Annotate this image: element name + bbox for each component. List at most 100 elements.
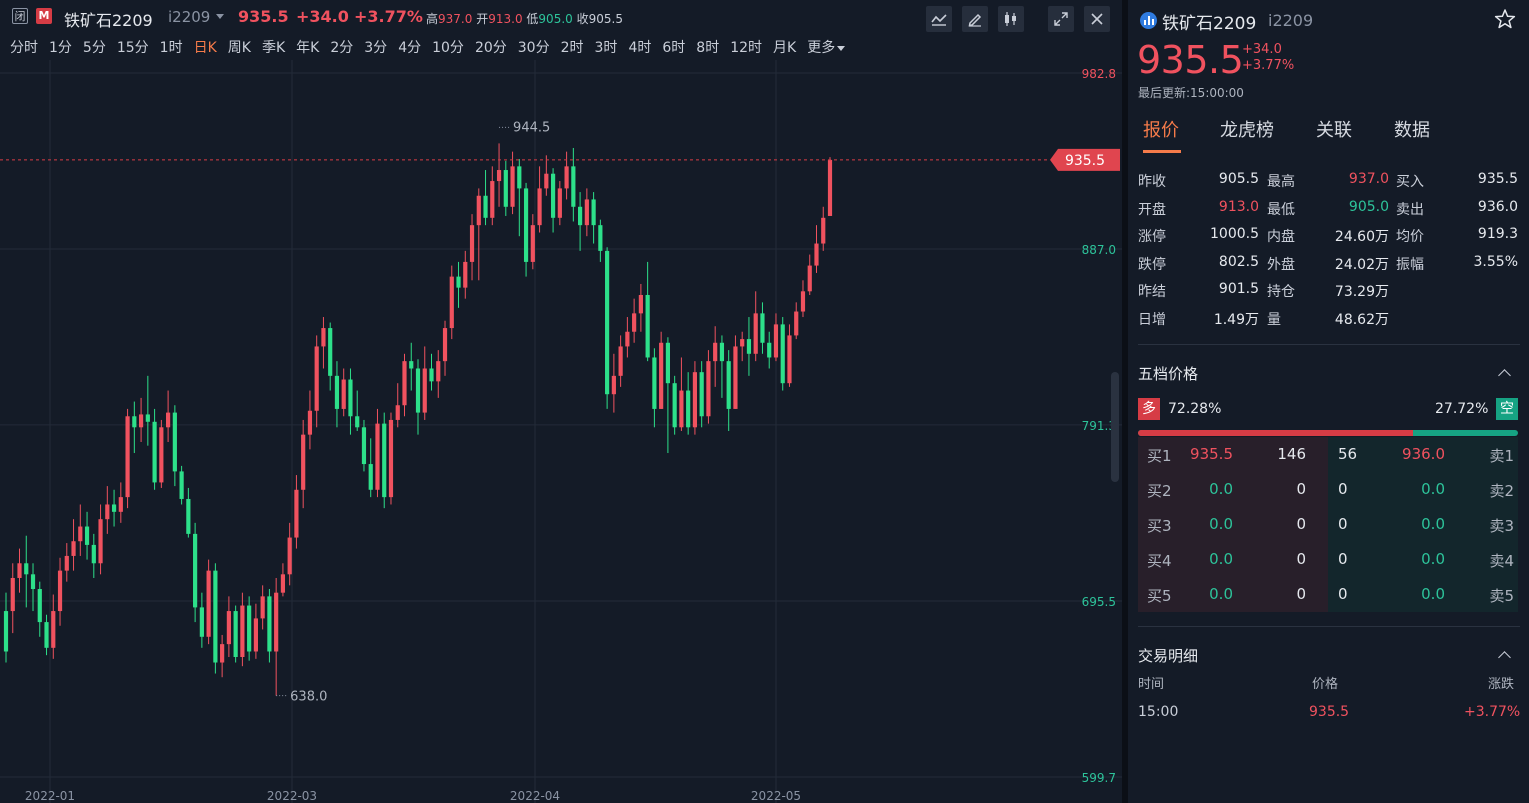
candle-body — [51, 611, 56, 648]
period-20[interactable]: 12时 — [730, 37, 762, 57]
indicator-button[interactable] — [926, 6, 952, 32]
collapse-icon[interactable] — [1498, 369, 1511, 382]
period-19[interactable]: 8时 — [696, 37, 719, 57]
orderbook-row[interactable]: 买3 0.0 0 0 0.0 卖3 — [1138, 507, 1518, 542]
ask-level-label: 卖1 — [1489, 447, 1514, 465]
period-5[interactable]: 日K — [194, 37, 217, 57]
period-15[interactable]: 2时 — [561, 37, 584, 57]
period-7[interactable]: 季K — [262, 37, 285, 57]
period-18[interactable]: 6时 — [662, 37, 685, 57]
divider — [1138, 344, 1520, 345]
period-0[interactable]: 分时 — [10, 37, 38, 57]
ask-level-label: 卖5 — [1489, 587, 1514, 605]
candle-body — [564, 166, 569, 189]
candle-body — [78, 526, 83, 542]
candle-body — [341, 379, 346, 409]
candle-body — [827, 159, 833, 216]
period-11[interactable]: 4分 — [398, 37, 421, 57]
stat-value: 919.3 — [1477, 226, 1518, 243]
period-13[interactable]: 20分 — [475, 37, 507, 57]
candle-body — [415, 368, 421, 413]
period-14[interactable]: 30分 — [518, 37, 550, 57]
candle-body — [301, 434, 306, 490]
candle-body — [463, 261, 468, 288]
period-21[interactable]: 月K — [773, 37, 796, 57]
stat-label: 外盘 — [1267, 256, 1295, 273]
header-price: 935.5 — [238, 7, 289, 26]
candle-body — [145, 414, 150, 422]
candle-body — [355, 416, 360, 428]
period-17[interactable]: 4时 — [628, 37, 651, 57]
star-icon[interactable] — [1494, 8, 1516, 30]
active-tab-indicator — [1143, 150, 1181, 153]
draw-tool-button[interactable] — [962, 6, 988, 32]
bid-price: 935.5 — [1190, 445, 1233, 463]
period-2[interactable]: 5分 — [83, 37, 106, 57]
bid-level-label: 买1 — [1147, 447, 1172, 465]
trade-price: 935.5 — [1309, 704, 1350, 720]
bid-level-label: 买4 — [1147, 552, 1172, 570]
symbol-name[interactable]: 铁矿石2209 — [64, 7, 153, 31]
candle-body — [429, 368, 434, 382]
period-10[interactable]: 3分 — [364, 37, 387, 57]
quote-change: +34.0 — [1242, 42, 1282, 57]
candle-body — [544, 173, 549, 189]
trades-col-change: 涨跌 — [1488, 677, 1515, 692]
stat-value: 802.5 — [1218, 253, 1259, 270]
candle-body — [3, 611, 9, 652]
period-8[interactable]: 年K — [296, 37, 319, 57]
bid-level-label: 买3 — [1147, 517, 1172, 535]
candlestick-chart[interactable]: 2022-01 2022-03 2022-04 2022-05 935.5 982.8 88… — [0, 60, 1122, 803]
stat-value: 905.5 — [1218, 171, 1259, 187]
expand-icon — [1054, 12, 1068, 26]
ask-volume: 56 — [1338, 445, 1358, 463]
chevron-down-icon[interactable] — [837, 45, 846, 51]
orderbook-row[interactable]: 买1 935.5 146 56 936.0 卖1 — [1138, 437, 1518, 472]
stat-label: 昨结 — [1138, 284, 1166, 301]
candle-body — [598, 225, 603, 251]
fullscreen-button[interactable] — [1048, 6, 1074, 32]
candle-body — [496, 170, 502, 182]
high-value: 937.0 — [438, 12, 473, 26]
x-tick-label: 2022-03 — [267, 789, 317, 803]
candle-body — [159, 427, 164, 483]
candle-body — [253, 618, 258, 652]
y-tick-label: 695.5 — [1082, 595, 1116, 609]
candle-body — [260, 596, 265, 619]
chart-type-button[interactable] — [998, 6, 1024, 32]
orderbook-row[interactable]: 买4 0.0 0 0 0.0 卖4 — [1138, 542, 1518, 577]
bid-volume: 0 — [1296, 585, 1306, 603]
chevron-down-icon[interactable] — [216, 14, 224, 19]
price-axis-scrollbar[interactable] — [1111, 372, 1119, 482]
divider — [1138, 626, 1520, 627]
last-updated: 最后更新:15:00:00 — [1138, 86, 1244, 100]
tab-data[interactable]: 数据 — [1394, 116, 1430, 142]
candle-body — [760, 313, 765, 343]
stat-label: 内盘 — [1267, 229, 1295, 246]
close-chart-button[interactable] — [1084, 6, 1110, 32]
candle-body — [665, 342, 670, 384]
candle-body — [179, 471, 184, 499]
candle-body — [368, 464, 373, 490]
candle-body — [490, 181, 495, 218]
candle-body — [118, 497, 123, 512]
period-16[interactable]: 3时 — [595, 37, 618, 57]
tab-quote[interactable]: 报价 — [1143, 116, 1179, 142]
period-9[interactable]: 2分 — [330, 37, 353, 57]
candle-body — [814, 243, 819, 266]
candle-body — [388, 419, 394, 498]
orderbook-row[interactable]: 买2 0.0 0 0 0.0 卖2 — [1138, 472, 1518, 507]
tab-related[interactable]: 关联 — [1316, 116, 1352, 142]
collapse-icon[interactable] — [1498, 651, 1511, 664]
period-12[interactable]: 10分 — [432, 37, 464, 57]
period-4[interactable]: 1时 — [160, 37, 183, 57]
period-1[interactable]: 1分 — [49, 37, 72, 57]
period-6[interactable]: 周K — [228, 37, 251, 57]
candle-body — [503, 170, 508, 207]
tab-dragon-tiger[interactable]: 龙虎榜 — [1220, 116, 1274, 142]
period-22[interactable]: 更多 — [807, 37, 835, 57]
orderbook-row[interactable]: 买5 0.0 0 0 0.0 卖5 — [1138, 577, 1518, 612]
symbol-code[interactable]: i2209 — [168, 8, 210, 26]
low-label: 低 — [526, 12, 539, 26]
period-3[interactable]: 15分 — [117, 37, 149, 57]
